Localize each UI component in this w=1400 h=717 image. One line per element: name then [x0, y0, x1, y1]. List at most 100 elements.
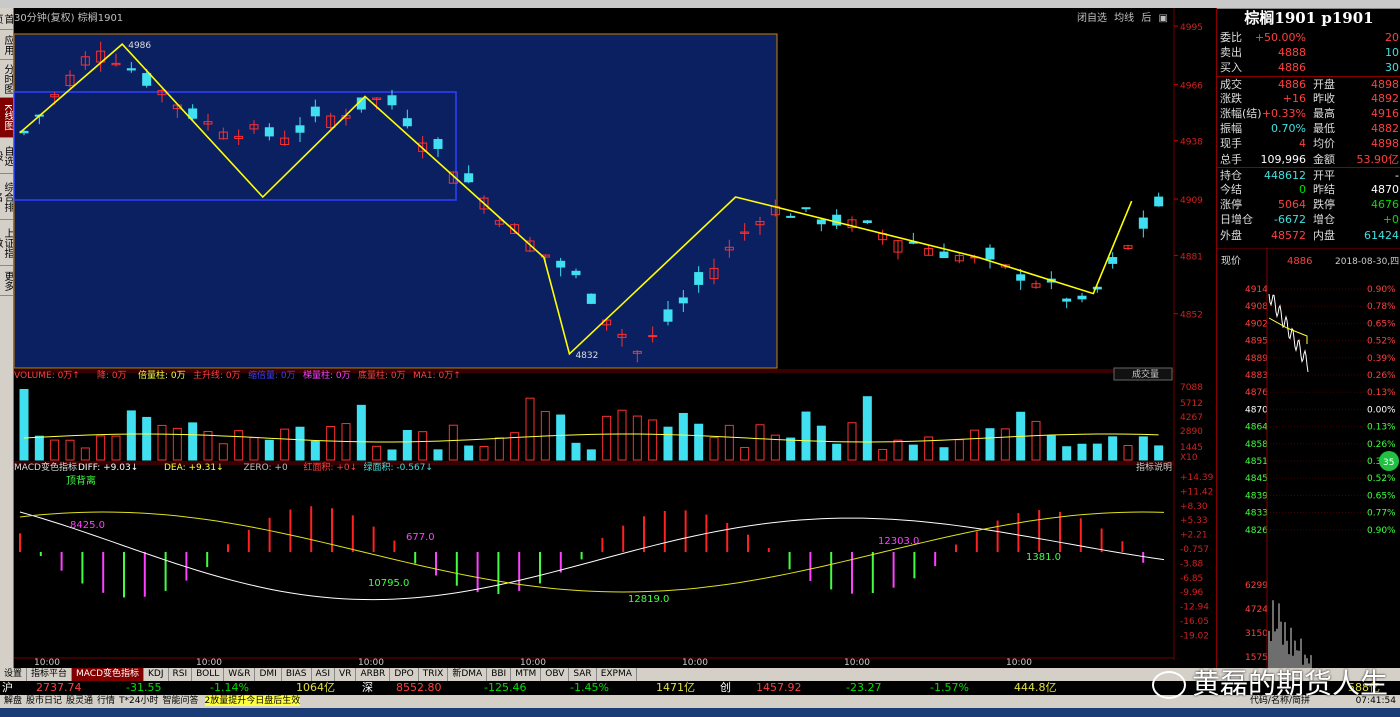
- indicator-tab[interactable]: DPO: [390, 668, 419, 681]
- quote-title: 棕榈1901 p1901: [1244, 9, 1374, 27]
- indicator-tab[interactable]: 指标平台: [27, 668, 73, 681]
- status-item[interactable]: 解盘: [4, 696, 22, 706]
- volume-bar: [556, 414, 566, 461]
- weibo-icon: [1151, 671, 1186, 699]
- quote-row: 振幅 0.70% 最低 4882: [1217, 121, 1400, 136]
- indicator-tab[interactable]: EXPMA: [597, 668, 637, 681]
- mini-vol-label: 6299: [1245, 581, 1268, 591]
- window-icon[interactable]: ▣: [1159, 13, 1168, 24]
- time-tick-label: 10:00: [844, 658, 870, 668]
- quote-row: 外盘 48572 内盘 61424: [1217, 228, 1400, 243]
- candle-body: [678, 297, 688, 304]
- indicator-tab[interactable]: TRIX: [419, 668, 449, 681]
- time-tick-label: 10:00: [358, 658, 384, 668]
- left-tab-0[interactable]: 首页: [0, 8, 13, 30]
- status-item[interactable]: 股灵通: [66, 696, 93, 706]
- indicator-tab[interactable]: OBV: [541, 668, 570, 681]
- left-tab-5[interactable]: 综合排名: [0, 174, 13, 220]
- mini-price-label: 4833: [1245, 509, 1268, 519]
- indicator-tab[interactable]: 新DMA: [448, 668, 488, 681]
- sz-price: 8552.80: [396, 681, 442, 694]
- volume-bar: [832, 443, 842, 461]
- indicator-tab[interactable]: DMI: [255, 668, 282, 681]
- quote-label-2: 昨结: [1313, 183, 1335, 196]
- candle-body: [571, 270, 581, 276]
- close-watchlist-button[interactable]: 闭自选: [1077, 13, 1107, 24]
- candle-body: [939, 251, 949, 259]
- volume-bar: [310, 440, 320, 461]
- cy-amount: 444.8亿: [1014, 681, 1057, 694]
- indicator-tab[interactable]: 设置: [0, 668, 28, 681]
- quote-row: 日增仓 -6672 增仓 +0: [1217, 212, 1400, 227]
- volume-bar: [586, 449, 596, 461]
- volume-bar: [464, 445, 474, 461]
- quote-value-2: 4898: [1371, 77, 1399, 91]
- left-tab-6[interactable]: 上证指数: [0, 220, 13, 266]
- mini-pct-label: 0.13%: [1367, 388, 1396, 398]
- macd-tick-label: +8.30: [1180, 502, 1208, 512]
- indicator-tab[interactable]: ARBR: [356, 668, 391, 681]
- indicator-tab[interactable]: MACD变色指标: [72, 668, 145, 681]
- mini-price-label: 4902: [1245, 319, 1268, 329]
- volume-bar: [1077, 443, 1087, 461]
- status-item[interactable]: T*24小时: [119, 696, 158, 706]
- indicator-tab[interactable]: MTM: [511, 668, 542, 681]
- mini-price-label: 4883: [1245, 371, 1268, 381]
- status-item[interactable]: 智能问答: [163, 696, 199, 706]
- left-tab-1[interactable]: 应用: [0, 30, 13, 60]
- volume-legend-item: 降: 0万: [97, 369, 127, 381]
- mini-price-label: 4914: [1245, 285, 1268, 295]
- status-item[interactable]: 行情: [97, 696, 115, 706]
- cy-pct: -1.57%: [930, 681, 969, 694]
- candle-body: [1154, 196, 1164, 207]
- kline-chart[interactable]: 4995 4966 4938 4909 4881 4852 4986 4832 VOLUME: …: [14, 8, 1216, 668]
- mini-pct-label: 0.52%: [1367, 474, 1396, 484]
- indicator-tab[interactable]: BIAS: [282, 668, 312, 681]
- quote-label: 日增仓: [1220, 213, 1253, 227]
- indicator-tab[interactable]: KDJ: [144, 668, 169, 681]
- left-tab-4[interactable]: 自选股: [0, 138, 13, 174]
- sz-amount: 1471亿: [656, 681, 695, 694]
- macd-tick-label: -19.02: [1180, 631, 1209, 641]
- quote-value: 109,996: [1260, 152, 1307, 166]
- mini-timeshare-chart[interactable]: 现价 4886 2018-08-30,四 4914 4908 4902 4895 4889 48…: [1217, 248, 1400, 668]
- left-tab-3[interactable]: K线图: [0, 98, 13, 138]
- volume-bar: [663, 426, 673, 461]
- mini-price-label: 4876: [1245, 388, 1268, 398]
- back-button[interactable]: 后: [1141, 13, 1151, 24]
- volume-bar: [356, 404, 366, 461]
- volume-bar: [1092, 443, 1102, 461]
- period-label: 30分钟(复权): [14, 13, 75, 24]
- quote-label: 持仓: [1220, 168, 1242, 182]
- ma-button[interactable]: 均线: [1114, 13, 1134, 24]
- candle-body: [310, 106, 320, 117]
- quote-label: 涨停: [1220, 198, 1242, 212]
- candle-body: [816, 219, 826, 225]
- indicator-tab[interactable]: RSI: [169, 668, 193, 681]
- quote-value-2: 4898: [1371, 137, 1399, 151]
- indicator-tab[interactable]: BOLL: [192, 668, 225, 681]
- macd-legend-item: 绿面积: -0.567↓: [364, 461, 433, 473]
- macd-tick-label: +2.21: [1180, 531, 1208, 541]
- mini-vol-label: 4724: [1245, 605, 1268, 615]
- macd-tick-label: -0.757: [1180, 545, 1209, 555]
- indicator-tab[interactable]: W&R: [224, 668, 256, 681]
- mini-header-value: 4886: [1287, 256, 1312, 267]
- left-tab-2[interactable]: 分时图: [0, 60, 13, 98]
- status-item[interactable]: 股市日记: [26, 696, 62, 706]
- sh-amount: 1064亿: [296, 681, 335, 694]
- candle-body: [264, 127, 274, 137]
- mini-price-label: 4870: [1245, 405, 1268, 415]
- indicator-tab[interactable]: ASI: [312, 668, 336, 681]
- left-tab-7[interactable]: 更多: [0, 266, 13, 296]
- macd-annotation: 1381.0: [1026, 552, 1061, 563]
- indicator-tab[interactable]: VR: [335, 668, 357, 681]
- indicator-tab[interactable]: SAR: [569, 668, 597, 681]
- indicator-tab[interactable]: BBI: [487, 668, 512, 681]
- quote-value: +50.00%: [1254, 31, 1306, 44]
- candle-body: [801, 207, 811, 210]
- volume-bar: [402, 430, 412, 461]
- candle-body: [142, 73, 152, 86]
- sh-name: 沪: [2, 681, 13, 694]
- volume-bar: [433, 449, 443, 461]
